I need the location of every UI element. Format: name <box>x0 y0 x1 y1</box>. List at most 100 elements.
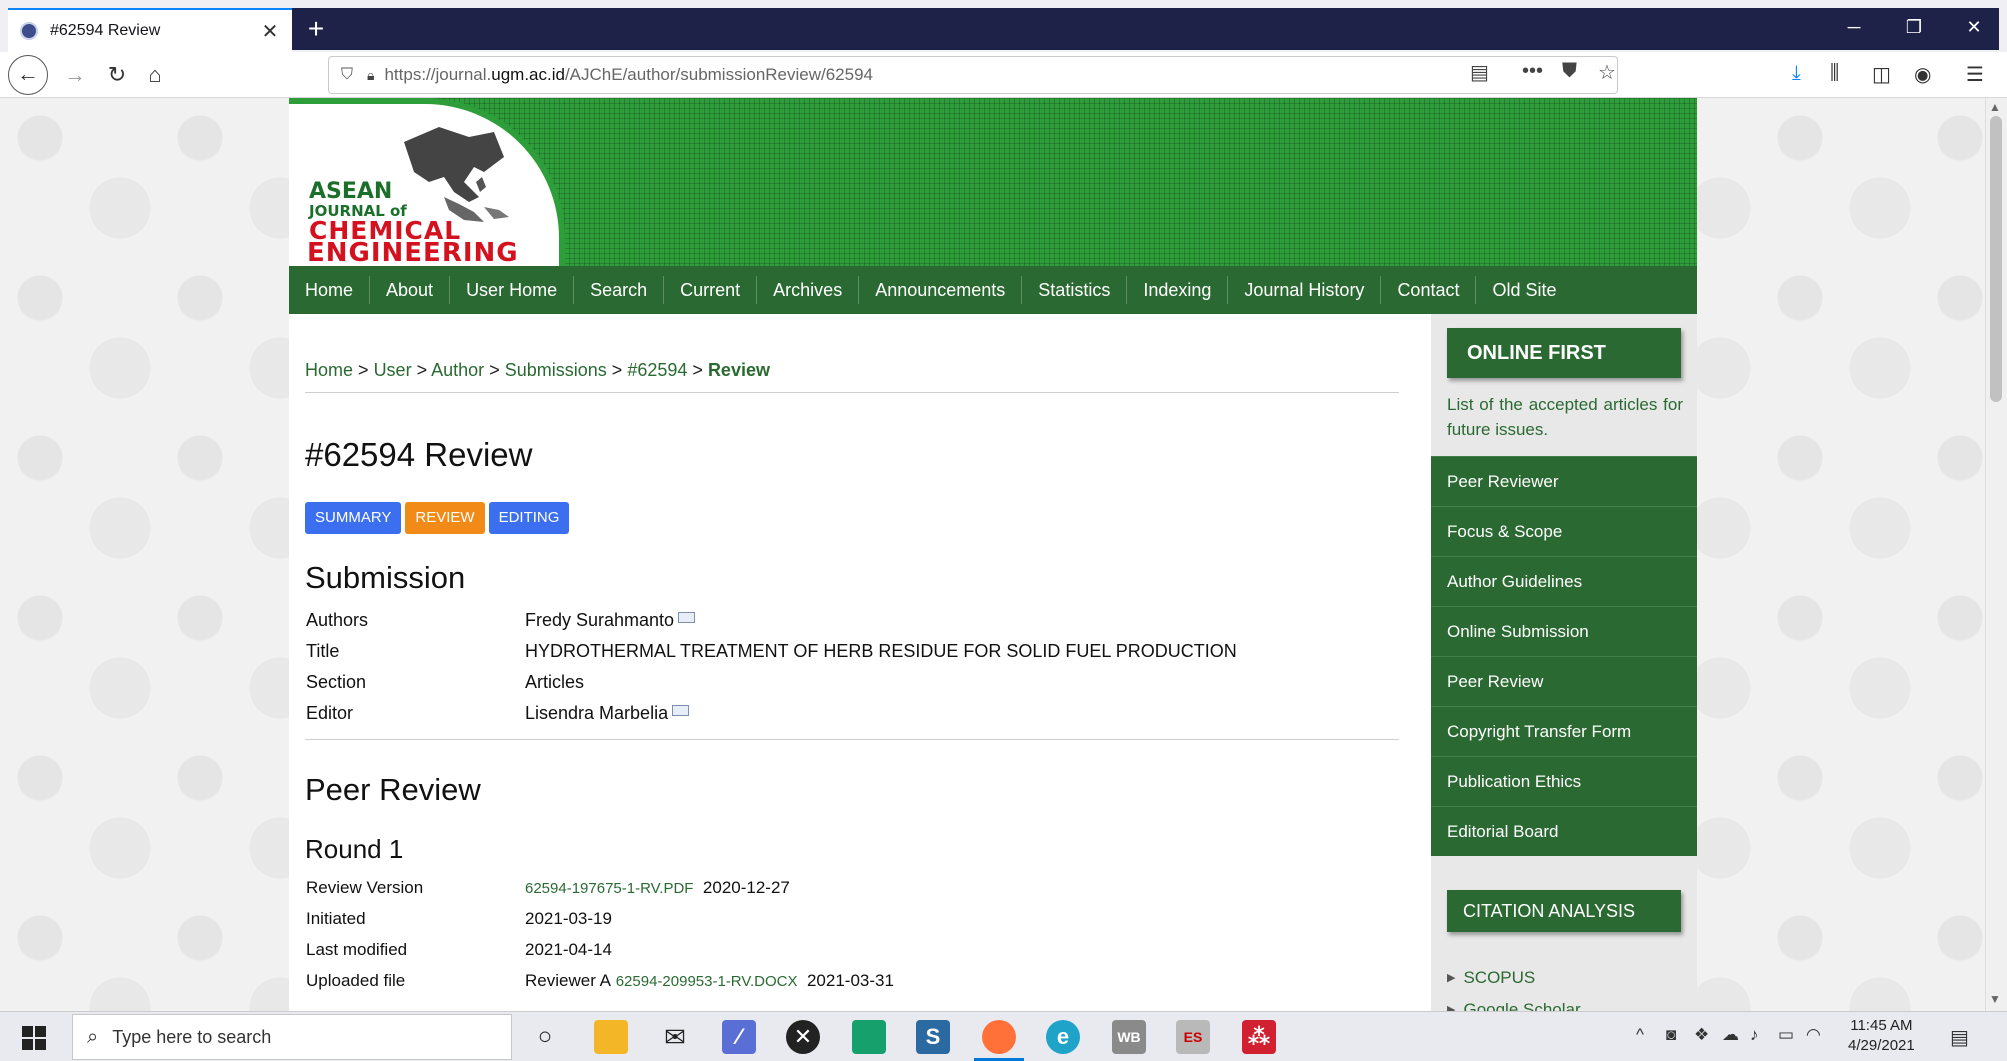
scroll-down-icon[interactable]: ▼ <box>1989 992 2001 1006</box>
reload-icon[interactable]: ↻ <box>98 56 136 94</box>
firefox-icon[interactable] <box>982 1020 1016 1054</box>
restore-window-icon[interactable]: ❐ <box>1886 10 1942 44</box>
menu-statistics[interactable]: Statistics <box>1022 276 1128 304</box>
citation-item-scopus[interactable]: ▶ SCOPUS <box>1447 968 1535 988</box>
sidebar-link-peer-review[interactable]: Peer Review <box>1431 656 1697 706</box>
edge-icon[interactable]: e <box>1046 1020 1080 1054</box>
tab-review[interactable]: REVIEW <box>405 502 485 534</box>
dropbox-icon[interactable]: ❖ <box>1694 1025 1709 1045</box>
sidebar-link-online-submission[interactable]: Online Submission <box>1431 606 1697 656</box>
app-blue-icon[interactable]: ⁄ <box>722 1020 756 1054</box>
scroll-up-icon[interactable]: ▲ <box>1989 100 2001 114</box>
download-icon[interactable]: ⤓ <box>1792 62 1801 85</box>
online-first-description[interactable]: List of the accepted articles for future… <box>1447 392 1683 442</box>
app-green-cube-icon[interactable] <box>852 1020 886 1054</box>
address-bar[interactable]: ⛉ 🔒︎ https://journal.ugm.ac.id/AJChE/aut… <box>328 56 1618 94</box>
lock-icon[interactable]: 🔒︎ <box>367 67 374 84</box>
home-icon[interactable]: ⌂ <box>136 56 174 94</box>
tab-summary[interactable]: SUMMARY <box>305 502 402 534</box>
menu-journal-history[interactable]: Journal History <box>1228 276 1382 304</box>
menu-announcements[interactable]: Announcements <box>859 276 1023 304</box>
initiated-value: 2021-03-19 <box>525 909 612 928</box>
mail-icon[interactable]: ✉ <box>658 1020 692 1054</box>
browser-tab-active[interactable]: #62594 Review ✕ <box>8 8 292 52</box>
new-tab-button[interactable]: + <box>298 12 334 48</box>
minimize-window-icon[interactable]: ─ <box>1826 10 1882 44</box>
scrollbar-thumb[interactable] <box>1990 116 2002 402</box>
menu-user-home[interactable]: User Home <box>450 276 575 304</box>
tracking-shield-icon[interactable]: ⛉ <box>341 66 353 84</box>
taskbar-search-box[interactable]: ⌕ Type here to search <box>72 1014 512 1060</box>
menu-current[interactable]: Current <box>664 276 758 304</box>
taskbar-clock[interactable]: 11:45 AM 4/29/2021 <box>1848 1016 1915 1056</box>
menu-indexing[interactable]: Indexing <box>1127 276 1229 304</box>
app-es-icon[interactable]: ES <box>1176 1020 1210 1054</box>
journal-logo[interactable]: ASEAN JOURNAL of CHEMICAL ENGINEERING <box>289 98 565 266</box>
reader-view-icon[interactable]: ▤ <box>1470 60 1489 85</box>
online-first-heading[interactable]: ONLINE FIRST <box>1447 328 1681 378</box>
citation-item-google-scholar[interactable]: ▶ Google Scholar <box>1447 1000 1581 1011</box>
menu-contact[interactable]: Contact <box>1381 276 1477 304</box>
volume-icon[interactable]: ♪ <box>1750 1025 1759 1045</box>
back-arrow-icon[interactable]: ← <box>8 55 48 95</box>
uploaded-file-link[interactable]: 62594-209953-1-RV.DOCX <box>616 973 798 990</box>
taskbar-search-placeholder: Type here to search <box>112 1026 272 1047</box>
pocket-icon[interactable]: ⛊ <box>1562 60 1577 83</box>
breadcrumb-submissions[interactable]: Submissions <box>505 360 607 380</box>
breadcrumb-home[interactable]: Home <box>305 360 353 380</box>
app-wb-icon[interactable]: WB <box>1112 1020 1146 1054</box>
sidebar-link-focus-scope[interactable]: Focus & Scope <box>1431 506 1697 556</box>
menu-about[interactable]: About <box>370 276 451 304</box>
sidebar-toggle-icon[interactable]: ◫ <box>1872 62 1891 87</box>
peer-review-heading: Peer Review <box>305 772 481 807</box>
sidebar-link-copyright-form[interactable]: Copyright Transfer Form <box>1431 706 1697 756</box>
hamburger-menu-icon[interactable]: ☰ <box>1966 62 1984 87</box>
sidebar-link-author-guidelines[interactable]: Author Guidelines <box>1431 556 1697 606</box>
page-scrollbar[interactable]: ▲ ▼ <box>1985 98 2007 1011</box>
sidebar-link-peer-reviewer[interactable]: Peer Reviewer <box>1431 456 1697 506</box>
breadcrumb-author[interactable]: Author <box>431 360 484 380</box>
battery-icon[interactable]: ▭ <box>1778 1025 1794 1045</box>
page-actions-icon[interactable]: ••• <box>1522 60 1543 83</box>
wifi-icon[interactable]: ◠ <box>1806 1025 1821 1045</box>
windows-start-icon[interactable] <box>14 1020 54 1054</box>
close-tab-icon[interactable]: ✕ <box>260 19 280 44</box>
bookmark-star-icon[interactable]: ☆ <box>1598 60 1616 85</box>
editor-value: Lisendra Marbelia <box>525 703 690 724</box>
breadcrumb-user[interactable]: User <box>374 360 412 380</box>
review-version-date: 2020-12-27 <box>702 878 790 897</box>
menu-archives[interactable]: Archives <box>757 276 860 304</box>
editor-name: Lisendra Marbelia <box>525 703 669 723</box>
notifications-icon[interactable]: ▤ <box>1950 1025 1969 1050</box>
breadcrumb-submission-id[interactable]: #62594 <box>627 360 687 380</box>
tray-chevron-icon[interactable]: ^ <box>1636 1025 1644 1045</box>
task-view-icon[interactable]: ○ <box>528 1020 562 1054</box>
editor-row: Editor Lisendra Marbelia <box>305 703 1399 731</box>
file-explorer-icon[interactable] <box>594 1020 628 1054</box>
library-icon[interactable]: ⫼ <box>1830 62 1839 85</box>
app-red-icon[interactable]: ⁂ <box>1242 1020 1276 1054</box>
email-editor-icon[interactable] <box>672 705 690 716</box>
tray-meet-icon[interactable]: ◙ <box>1666 1025 1676 1045</box>
account-icon[interactable]: ◉ <box>1914 62 1931 87</box>
menu-home[interactable]: Home <box>289 276 371 304</box>
xbox-icon[interactable]: ✕ <box>786 1020 820 1054</box>
forward-arrow-icon[interactable]: → <box>56 56 94 94</box>
initiated-label: Initiated <box>306 909 366 928</box>
app-s-icon[interactable]: S <box>916 1020 950 1054</box>
breadcrumb-current[interactable]: Review <box>708 360 770 380</box>
page-title: #62594 Review <box>305 436 533 473</box>
bullet-triangle-icon: ▶ <box>1447 1004 1456 1011</box>
menu-old-site[interactable]: Old Site <box>1476 276 1572 304</box>
sidebar-link-editorial-board[interactable]: Editorial Board <box>1431 806 1697 856</box>
close-window-icon[interactable]: ✕ <box>1946 10 2002 44</box>
menu-search[interactable]: Search <box>574 276 665 304</box>
section-label: Section <box>306 672 367 692</box>
tab-editing[interactable]: EDITING <box>488 502 570 534</box>
email-author-icon[interactable] <box>678 612 696 623</box>
sidebar-link-publication-ethics[interactable]: Publication Ethics <box>1431 756 1697 806</box>
review-version-file-link[interactable]: 62594-197675-1-RV.PDF <box>525 880 693 897</box>
breadcrumb: Home > User > Author > Submissions > #62… <box>305 360 770 381</box>
cloud-icon[interactable]: ☁ <box>1722 1025 1739 1045</box>
bullet-triangle-icon: ▶ <box>1447 972 1456 984</box>
